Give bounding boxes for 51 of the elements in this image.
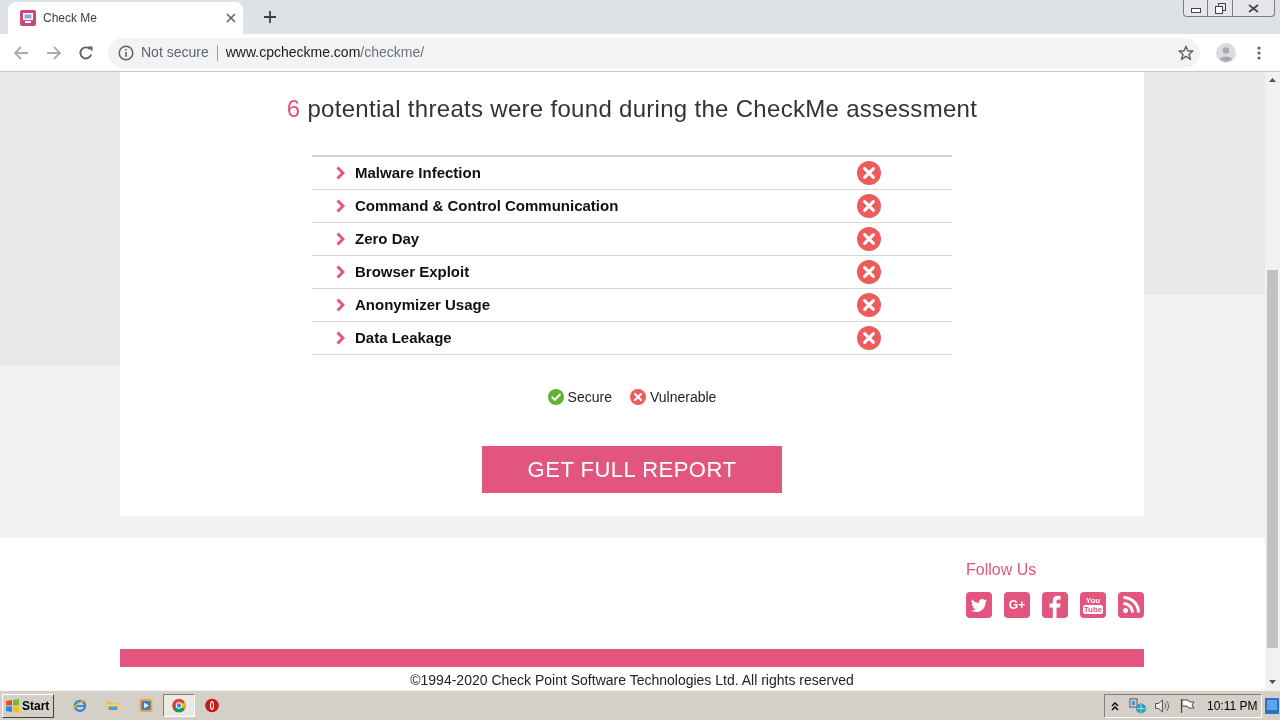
browser-tab[interactable]: Check Me (8, 2, 243, 34)
url-text: www.cpcheckme.com/checkme/ (225, 43, 425, 62)
plus-icon[interactable] (264, 11, 276, 23)
check-circle-icon (547, 389, 564, 405)
get-full-report-button[interactable]: GET FULL REPORT (482, 446, 782, 493)
minimize-icon (1190, 7, 1201, 13)
speaker-icon[interactable] (1154, 697, 1170, 714)
threat-label: Command & Control Communication (355, 195, 619, 216)
menu-icon[interactable] (1257, 44, 1261, 61)
threat-label: Zero Day (355, 228, 420, 249)
chevron-right-icon (336, 232, 345, 246)
x-circle-icon (629, 389, 646, 405)
start-button[interactable]: Start (2, 693, 54, 718)
chevron-right-icon (336, 298, 345, 312)
monitor-favicon-icon (20, 10, 36, 26)
results-heading: 6 potential threats were found during the CheckMe assessment (286, 94, 978, 124)
chevron-right-icon (336, 199, 345, 213)
chevron-right-icon (336, 265, 345, 279)
close-icon (1248, 3, 1259, 13)
chevron-right-icon (336, 331, 345, 345)
youtube-link[interactable]: You Tube (1080, 592, 1106, 618)
scrollbar-thumb[interactable] (1267, 270, 1278, 648)
facebook-icon[interactable] (1042, 592, 1068, 618)
twitter-bird-icon[interactable] (966, 592, 992, 618)
threat-label: Malware Infection (355, 162, 481, 183)
flag-icon[interactable] (1179, 697, 1195, 714)
minimize-button[interactable] (1183, 0, 1208, 17)
google-plus-link[interactable]: G+ (1004, 592, 1030, 618)
windows-flag-icon (5, 698, 20, 713)
threat-label: Data Leakage (355, 327, 452, 348)
show-desktop-icon[interactable] (1265, 695, 1279, 716)
close-button[interactable] (1233, 0, 1275, 17)
restore-button[interactable] (1208, 0, 1233, 17)
legend-label: Vulnerable (649, 389, 717, 405)
clock-label: 10:11 PM (1207, 697, 1258, 715)
address-bar[interactable]: Not secure www.cpcheckme.com/checkme/ (108, 37, 1200, 68)
restore-icon (1214, 2, 1226, 14)
rss-icon[interactable] (1118, 592, 1144, 618)
browser-logo-icon[interactable] (163, 694, 195, 717)
star-icon[interactable] (1178, 44, 1194, 61)
legend-label: Secure (567, 389, 612, 405)
copyright-text: ©1994-2020 Check Point Software Technologies Ltd. All rights reserved (409, 672, 855, 688)
chevron-right-icon (336, 166, 345, 180)
threat-label: Browser Exploit (355, 261, 470, 282)
follow-us-label: Follow Us (966, 560, 1038, 580)
reload-icon[interactable] (78, 44, 94, 61)
threat-label: Anonymizer Usage (355, 294, 491, 315)
security-label: Not secure (141, 43, 209, 62)
info-icon[interactable] (118, 44, 134, 61)
close-icon[interactable] (226, 13, 236, 23)
chevron-up-icon[interactable] (1111, 700, 1119, 711)
